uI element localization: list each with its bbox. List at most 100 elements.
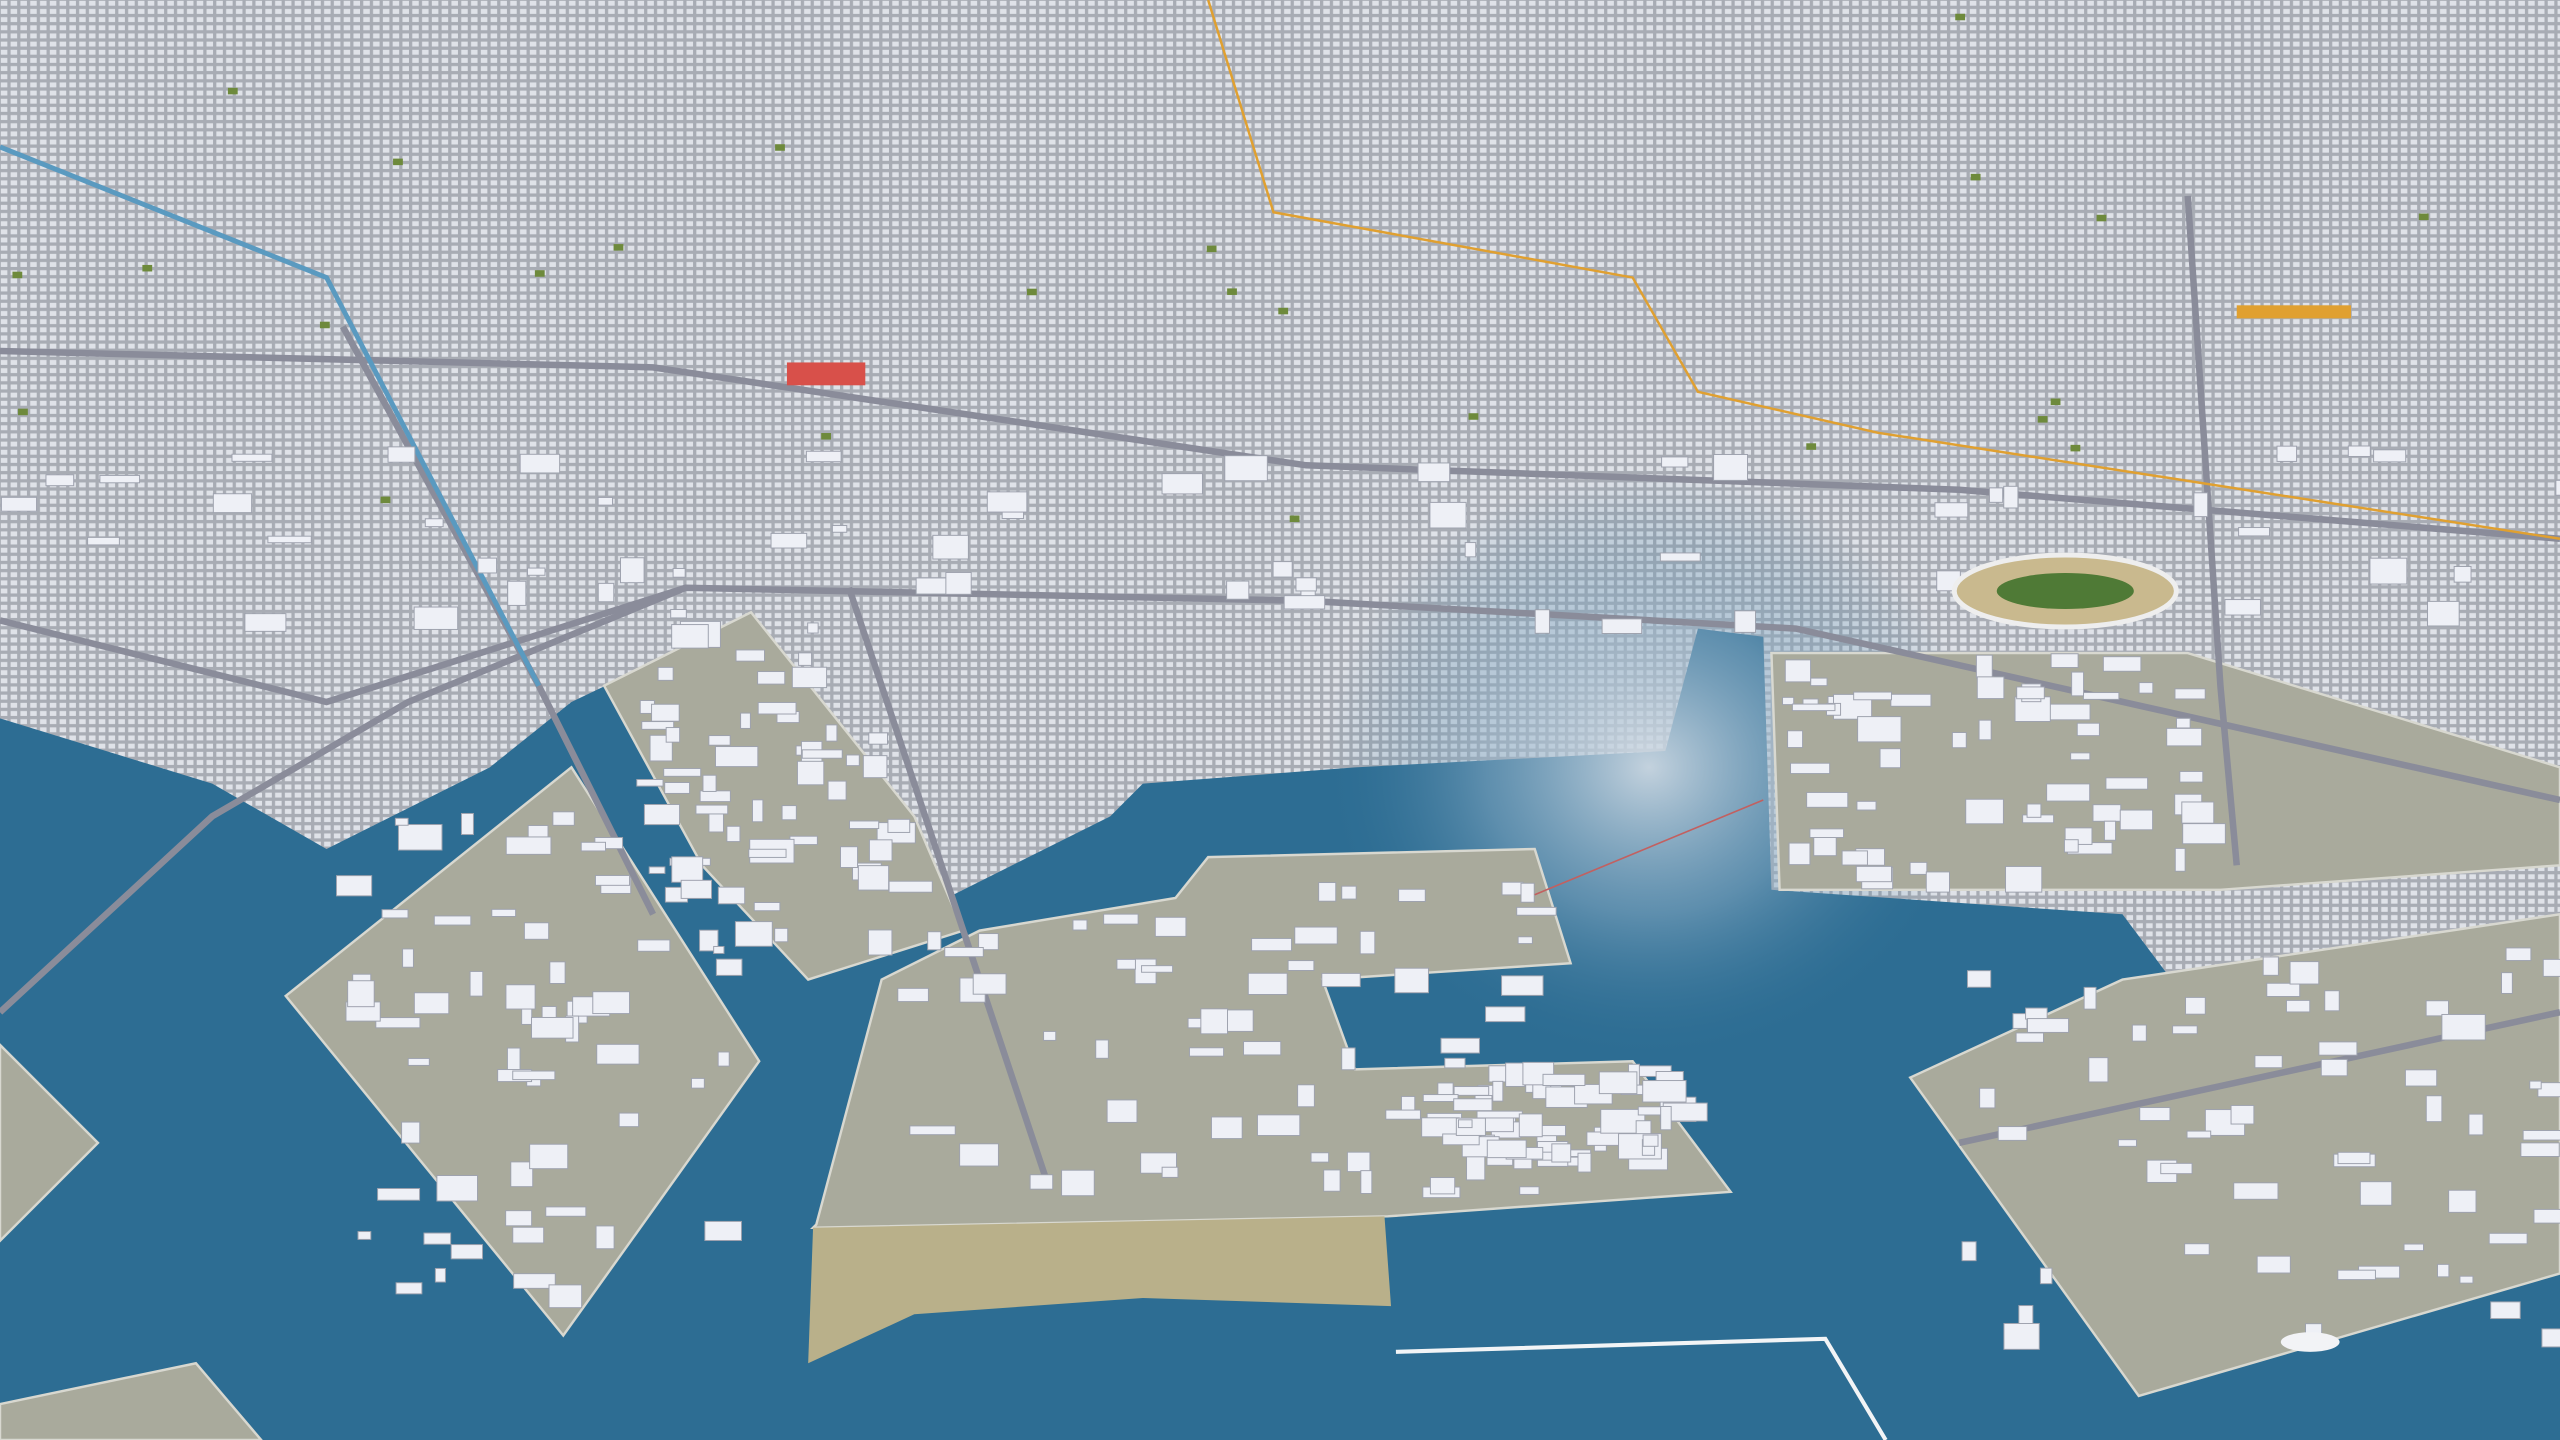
building: [1417, 462, 1451, 483]
building: [394, 817, 409, 826]
building: [347, 980, 375, 1008]
building: [505, 984, 536, 1010]
building: [2193, 492, 2209, 518]
building: [548, 1284, 583, 1309]
building: [2027, 1018, 2070, 1033]
building: [505, 836, 552, 855]
building: [1243, 1041, 1282, 1056]
building: [651, 703, 680, 722]
building: [748, 848, 787, 858]
building: [1951, 732, 1967, 749]
building: [708, 811, 724, 833]
building: [2039, 1267, 2053, 1285]
building: [798, 652, 813, 666]
building: [2071, 671, 2085, 697]
building: [2003, 485, 2019, 509]
red-roof-building: [786, 362, 866, 386]
building: [2285, 999, 2311, 1013]
building: [1457, 1119, 1473, 1129]
building: [505, 1210, 533, 1227]
building: [596, 1043, 640, 1065]
building: [868, 732, 888, 745]
tree-patch: [2418, 213, 2429, 221]
building: [1072, 919, 1088, 931]
tree-patch: [2050, 398, 2061, 406]
building: [2076, 722, 2100, 737]
building: [2102, 656, 2142, 672]
building: [1501, 881, 1524, 896]
building: [523, 922, 550, 940]
building: [1161, 473, 1203, 495]
building: [413, 606, 459, 630]
building: [1429, 1177, 1456, 1195]
building: [2131, 1024, 2147, 1042]
building: [1784, 659, 1812, 683]
building: [1734, 610, 1756, 633]
building: [2015, 1032, 2044, 1043]
building: [1492, 1080, 1504, 1102]
tree-patch: [2070, 444, 2081, 452]
building: [680, 879, 713, 899]
building: [2441, 1013, 2486, 1041]
building: [1519, 1186, 1540, 1195]
building: [932, 534, 969, 560]
tree-patch: [2096, 214, 2107, 222]
building: [2181, 801, 2215, 824]
building: [845, 754, 860, 767]
building: [1806, 791, 1849, 808]
building: [529, 1143, 569, 1170]
building: [381, 909, 409, 919]
building: [2174, 688, 2206, 700]
building: [1453, 1098, 1493, 1112]
building: [1103, 913, 1139, 925]
building: [2238, 527, 2271, 537]
building: [1251, 937, 1293, 952]
building: [643, 804, 681, 826]
building: [1713, 454, 1748, 481]
building: [597, 582, 615, 603]
building: [1997, 1126, 2028, 1141]
building: [1224, 455, 1268, 482]
building: [2050, 653, 2079, 669]
building: [2012, 1013, 2028, 1029]
building: [1513, 1158, 1533, 1170]
building: [927, 931, 942, 951]
building: [2082, 692, 2120, 700]
building: [1095, 1039, 1109, 1059]
building: [401, 1121, 421, 1144]
building: [1966, 970, 1992, 988]
building: [944, 946, 984, 958]
building: [2254, 1055, 2283, 1069]
building: [580, 841, 607, 852]
building: [1787, 730, 1804, 749]
building: [1505, 1062, 1526, 1087]
building: [1965, 798, 2004, 825]
building: [506, 1047, 521, 1073]
tree-patch: [1227, 288, 1237, 295]
building: [434, 1267, 446, 1283]
building: [2425, 1095, 2443, 1123]
building: [1790, 762, 1831, 775]
building: [2186, 1130, 2212, 1139]
building: [507, 580, 527, 606]
building: [1486, 1139, 1527, 1159]
building: [1029, 1174, 1054, 1190]
building: [1466, 1155, 1486, 1181]
building: [1294, 926, 1338, 945]
building: [2437, 1263, 2450, 1278]
building: [1043, 1030, 1057, 1041]
building: [796, 760, 825, 786]
building: [648, 866, 666, 874]
building: [1256, 1114, 1301, 1136]
building: [888, 880, 933, 893]
building: [1310, 1152, 1330, 1163]
building: [2337, 1151, 2371, 1165]
building: [2166, 727, 2203, 747]
tree-patch: [775, 144, 785, 151]
building: [1154, 916, 1187, 937]
building: [1398, 888, 1426, 902]
building: [450, 1244, 483, 1260]
building: [395, 1282, 423, 1295]
building: [527, 567, 546, 576]
tree-patch: [821, 433, 831, 440]
